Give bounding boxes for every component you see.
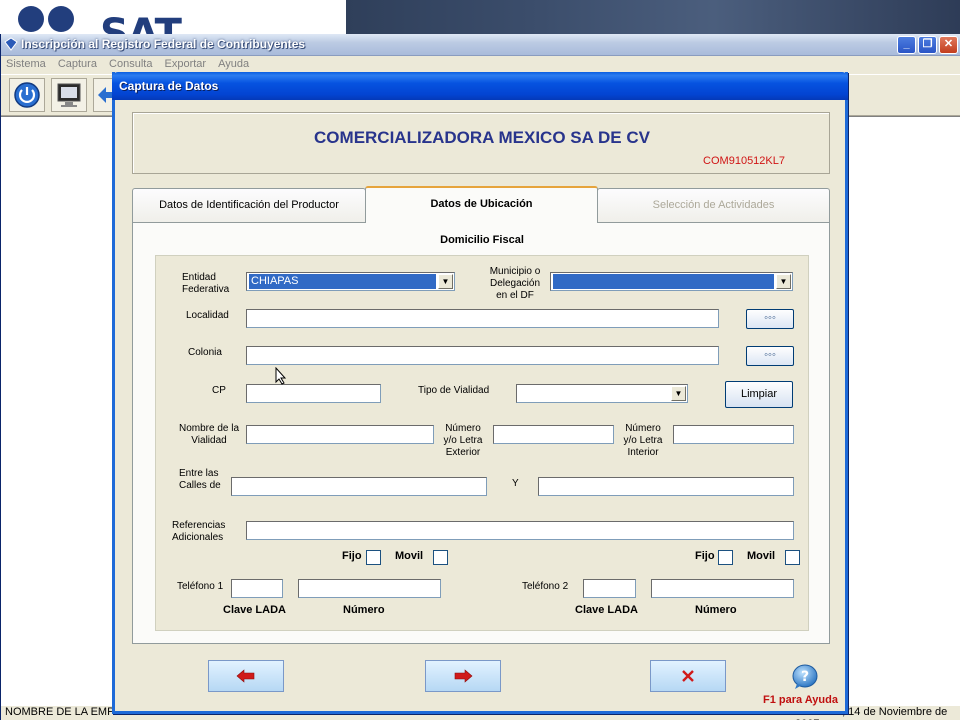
tel2-lada-input[interactable] xyxy=(583,579,636,598)
tab-panel-ubicacion: Domicilio Fiscal Entidad Federativa CHIA… xyxy=(132,222,830,644)
minimize-button[interactable]: _ xyxy=(897,36,916,54)
tipo-vialidad-select[interactable]: ▼ xyxy=(516,384,688,403)
tab-ubicacion[interactable]: Datos de Ubicación xyxy=(365,186,598,223)
arrow-right-icon xyxy=(454,669,473,683)
nombre-vialidad-input[interactable] xyxy=(246,425,434,444)
menu-exportar[interactable]: Exportar xyxy=(160,56,211,70)
dialog-title-bar[interactable]: Captura de Datos xyxy=(112,72,848,100)
tel2-numero-caption: Número xyxy=(695,604,737,616)
monitor-icon xyxy=(57,83,81,107)
company-header: COMERCIALIZADORA MEXICO SA DE CV COM9105… xyxy=(132,112,830,174)
entidad-value: CHIAPAS xyxy=(249,274,436,289)
num-interior-label: Número y/o Letra Interior xyxy=(623,423,663,458)
app-icon xyxy=(4,37,18,51)
entre-calles-input-1[interactable] xyxy=(231,477,487,496)
tel1-numero-input[interactable] xyxy=(298,579,441,598)
localidad-label: Localidad xyxy=(186,310,229,321)
banner-stripe xyxy=(346,0,960,34)
tel2-movil-label: Movil xyxy=(747,550,776,562)
entre-calles-label: Entre las Calles de xyxy=(179,468,221,491)
chevron-down-icon[interactable]: ▼ xyxy=(671,386,686,401)
help-icon[interactable]: ? xyxy=(791,664,819,690)
telefono1-label: Teléfono 1 xyxy=(177,581,224,592)
company-rfc: COM910512KL7 xyxy=(703,155,785,167)
referencias-label: Referencias Adicionales xyxy=(172,520,226,543)
close-x-icon xyxy=(682,670,694,682)
company-name: COMERCIALIZADORA MEXICO SA DE CV xyxy=(314,128,650,147)
colonia-label: Colonia xyxy=(188,347,222,358)
mouse-cursor-icon xyxy=(275,367,287,385)
chevron-down-icon[interactable]: ▼ xyxy=(776,274,791,289)
tel2-movil-checkbox[interactable] xyxy=(785,550,800,565)
captura-dialog: Captura de Datos COMERCIALIZADORA MEXICO… xyxy=(112,72,848,714)
tel1-fijo-checkbox[interactable] xyxy=(366,550,381,565)
tel1-fijo-label: Fijo xyxy=(342,550,362,562)
tel1-movil-label: Movil xyxy=(395,550,424,562)
sat-monitor-button[interactable] xyxy=(51,78,87,112)
tel2-lada-caption: Clave LADA xyxy=(575,604,638,616)
dialog-title: Captura de Datos xyxy=(119,79,219,93)
tel1-movil-checkbox[interactable] xyxy=(433,550,448,565)
menu-consulta[interactable]: Consulta xyxy=(104,56,156,70)
municipio-value xyxy=(553,274,774,289)
colonia-input[interactable] xyxy=(246,346,719,365)
colonia-browse-button[interactable]: ◦◦◦ xyxy=(746,346,794,366)
tel2-fijo-checkbox[interactable] xyxy=(718,550,733,565)
municipio-select[interactable]: ▼ xyxy=(550,272,793,291)
localidad-browse-button[interactable]: ◦◦◦ xyxy=(746,309,794,329)
nombre-vialidad-label: Nombre de la Vialidad xyxy=(178,423,240,446)
menu-sistema[interactable]: Sistema xyxy=(1,56,50,70)
next-button[interactable] xyxy=(425,660,501,692)
referencias-input[interactable] xyxy=(246,521,794,540)
toolbar-button-3[interactable] xyxy=(93,78,113,112)
menu-ayuda[interactable]: Ayuda xyxy=(213,56,253,70)
domicilio-fiscal-group: Entidad Federativa CHIAPAS ▼ Municipio o… xyxy=(155,255,809,631)
power-icon xyxy=(14,82,40,108)
tel2-fijo-label: Fijo xyxy=(695,550,715,562)
municipio-label: Municipio o Delegación en el DF xyxy=(489,266,541,301)
arrow-icon xyxy=(98,87,112,103)
section-title: Domicilio Fiscal xyxy=(440,234,524,246)
cancel-button[interactable] xyxy=(650,660,726,692)
restore-button[interactable]: ❐ xyxy=(918,36,937,54)
num-exterior-input[interactable] xyxy=(493,425,614,444)
svg-text:?: ? xyxy=(801,669,809,685)
num-exterior-label: Número y/o Letra Exterior xyxy=(443,423,483,458)
back-button[interactable] xyxy=(208,660,284,692)
entidad-select[interactable]: CHIAPAS ▼ xyxy=(246,272,455,291)
tab-actividades: Selección de Actividades xyxy=(597,188,830,222)
menu-captura[interactable]: Captura xyxy=(53,56,101,70)
chevron-down-icon[interactable]: ▼ xyxy=(438,274,453,289)
entre-calles-input-2[interactable] xyxy=(538,477,794,496)
localidad-input[interactable] xyxy=(246,309,719,328)
arrow-left-icon xyxy=(236,669,255,683)
limpiar-button[interactable]: Limpiar xyxy=(725,381,793,408)
telefono2-label: Teléfono 2 xyxy=(522,581,569,592)
window-title: Inscripción al Registro Federal de Contr… xyxy=(21,37,306,51)
tel1-lada-caption: Clave LADA xyxy=(223,604,286,616)
tel1-lada-input[interactable] xyxy=(231,579,283,598)
cp-label: CP xyxy=(212,385,226,396)
tipo-vialidad-label: Tipo de Vialidad xyxy=(418,385,490,396)
num-interior-input[interactable] xyxy=(673,425,794,444)
tel1-numero-caption: Número xyxy=(343,604,385,616)
tel2-numero-input[interactable] xyxy=(651,579,794,598)
help-text[interactable]: F1 para Ayuda xyxy=(763,694,838,706)
tab-identificacion[interactable]: Datos de Identificación del Productor xyxy=(132,188,366,222)
cp-input[interactable] xyxy=(246,384,381,403)
main-title-bar[interactable]: Inscripción al Registro Federal de Contr… xyxy=(1,34,960,56)
close-button[interactable]: ✕ xyxy=(939,36,958,54)
y-label: Y xyxy=(512,478,519,489)
sat-banner: SAT xyxy=(0,0,960,54)
entidad-label: Entidad Federativa xyxy=(182,272,230,295)
power-button[interactable] xyxy=(9,78,45,112)
